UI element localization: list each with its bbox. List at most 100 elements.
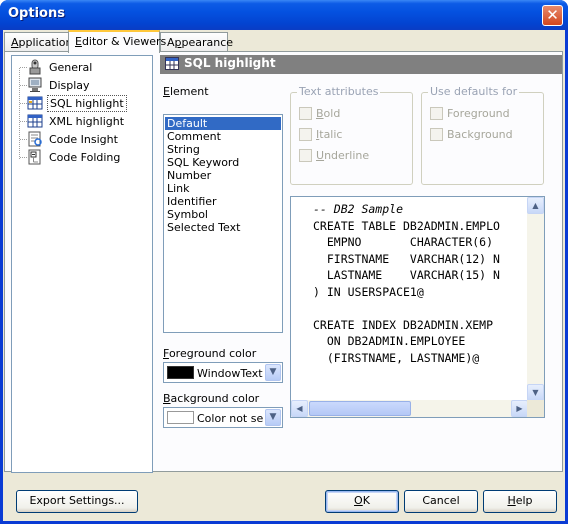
background-default-checkbox[interactable]: Background [430,128,513,141]
code-line: ON DB2ADMIN.EMPLOYEE [313,334,466,348]
ok-accel: O [354,494,363,507]
code-line: (FIRSTNAME, LASTNAME)@ [313,350,480,365]
foreground-default-checkbox[interactable]: Foreground [430,107,510,120]
sql-grid-icon [165,57,179,70]
foreground-color-select[interactable]: WindowText ▼ [163,362,283,383]
checkbox-box [430,107,443,120]
xml-grid-icon [27,113,43,129]
list-item[interactable]: Comment [165,130,281,143]
element-label: Element [163,85,209,98]
horizontal-scroll-thumb[interactable] [309,401,411,416]
list-item[interactable]: Identifier [165,195,281,208]
tab-appearance-accel: p [174,36,182,49]
sql-grid-icon [27,95,43,111]
settings-tree[interactable]: General Display SQL highlight XML highli… [11,55,153,473]
list-item[interactable]: Selected Text [165,221,281,234]
tree-item-code-folding[interactable]: Code Folding [27,148,122,166]
bold-checkbox[interactable]: Bold [299,107,340,120]
code-folding-icon [27,149,43,165]
background-color-swatch [167,411,194,424]
code-line: CREATE INDEX DB2ADMIN.XEMP [313,317,494,332]
background-color-label: Background color [163,392,259,405]
foreground-color-text: oreground color [168,347,257,360]
tree-item-display[interactable]: Display [27,76,92,94]
window-title: Options [8,6,65,21]
list-item[interactable]: Default [165,117,281,130]
tree-item-label: General [49,60,93,74]
cancel-button[interactable]: Cancel [404,490,478,513]
background-color-accel: B [163,392,171,405]
text-attributes-title: Text attributes [297,85,381,98]
tree-item-sql-highlight[interactable]: SQL highlight [27,94,127,112]
foreground-default-label: Foreground [447,107,510,120]
tree-item-label: Code Folding [49,150,121,164]
tab-appearance[interactable]: Appearance [160,32,233,52]
list-item[interactable]: SQL Keyword [165,156,281,169]
vertical-scrollbar[interactable]: ▲ ▼ [527,197,544,401]
horizontal-scrollbar[interactable]: ◀ ▶ [291,400,528,417]
background-default-label: Background [447,128,513,141]
code-line: FIRSTNAME VARCHAR(12) N [313,251,500,266]
close-button[interactable]: ✕ [542,5,563,26]
ok-button[interactable]: OK [325,490,399,513]
scroll-up-icon[interactable]: ▲ [527,197,544,214]
italic-checkbox[interactable]: Italic [299,128,342,141]
list-item[interactable]: Symbol [165,208,281,221]
tree-item-label: SQL highlight [47,94,127,112]
scroll-down-icon[interactable]: ▼ [527,384,544,401]
ok-label: K [362,494,370,507]
code-preview[interactable]: -- DB2 Sample CREATE TABLE DB2ADMIN.EMPL… [290,196,545,418]
section-title: SQL highlight [184,56,276,70]
section-header: SQL highlight [160,55,562,74]
dialog-client: Application Editor & Viewers Appearance [3,30,565,521]
tree-item-label: Display [49,78,90,92]
underline-label: nderline [324,149,370,162]
code-line: LASTNAME VARCHAR(15) N [313,268,500,282]
list-item[interactable]: Link [165,182,281,195]
tree-item-general[interactable]: General [27,58,94,76]
code-insight-icon [27,131,43,147]
background-color-text: ackground color [170,392,260,405]
checkbox-box [299,128,312,141]
checkbox-box [299,107,312,120]
chevron-down-icon[interactable]: ▼ [265,364,281,381]
scroll-left-icon[interactable]: ◀ [291,400,308,417]
help-button[interactable]: Help [483,490,557,513]
scroll-right-icon[interactable]: ▶ [511,400,528,417]
list-item[interactable]: Number [165,169,281,182]
text-attributes-group: Text attributes Bold Italic Underline [290,85,413,185]
tree-item-xml-highlight[interactable]: XML highlight [27,112,126,130]
foreground-color-value: WindowText [197,367,263,380]
export-settings-button[interactable]: Export Settings... [16,490,138,513]
tab-application[interactable]: Application [4,32,72,52]
use-defaults-group: Use defaults for Foreground Background [421,85,544,185]
tree-connector [19,68,20,160]
tree-item-label: Code Insight [49,132,118,146]
code-line: EMPNO CHARACTER(6) [313,235,494,249]
scrollbar-corner [527,400,544,417]
underline-checkbox[interactable]: Underline [299,149,369,162]
use-defaults-title: Use defaults for [428,85,520,98]
general-icon [27,59,43,75]
list-item[interactable]: String [165,143,281,156]
tree-item-code-insight[interactable]: Code Insight [27,130,120,148]
tab-editor-label: ditor & Viewers [81,35,167,48]
background-color-select[interactable]: Color not sele ▼ [163,407,283,428]
bold-label: old [323,107,341,120]
foreground-color-label: Foreground color [163,347,256,360]
code-line: ) IN USERSPACE1@ [313,284,424,299]
checkbox-box [299,149,312,162]
chevron-down-icon[interactable]: ▼ [265,409,281,426]
close-icon: ✕ [546,6,559,24]
element-listbox[interactable]: Default Comment String SQL Keyword Numbe… [163,114,283,333]
italic-label: talic [319,128,343,141]
tab-editor-accel: E [75,35,82,48]
options-window: Options ✕ Application Editor & Viewers A… [0,0,568,524]
tab-appearance-label: pearance [181,36,234,49]
export-settings-label: Export Settings... [29,494,125,507]
tab-editor-viewers[interactable]: Editor & Viewers [68,30,166,53]
title-bar[interactable]: Options ✕ [0,0,568,30]
cancel-label: Cancel [422,494,460,507]
foreground-color-swatch [167,366,194,379]
underline-accel: U [316,149,325,162]
